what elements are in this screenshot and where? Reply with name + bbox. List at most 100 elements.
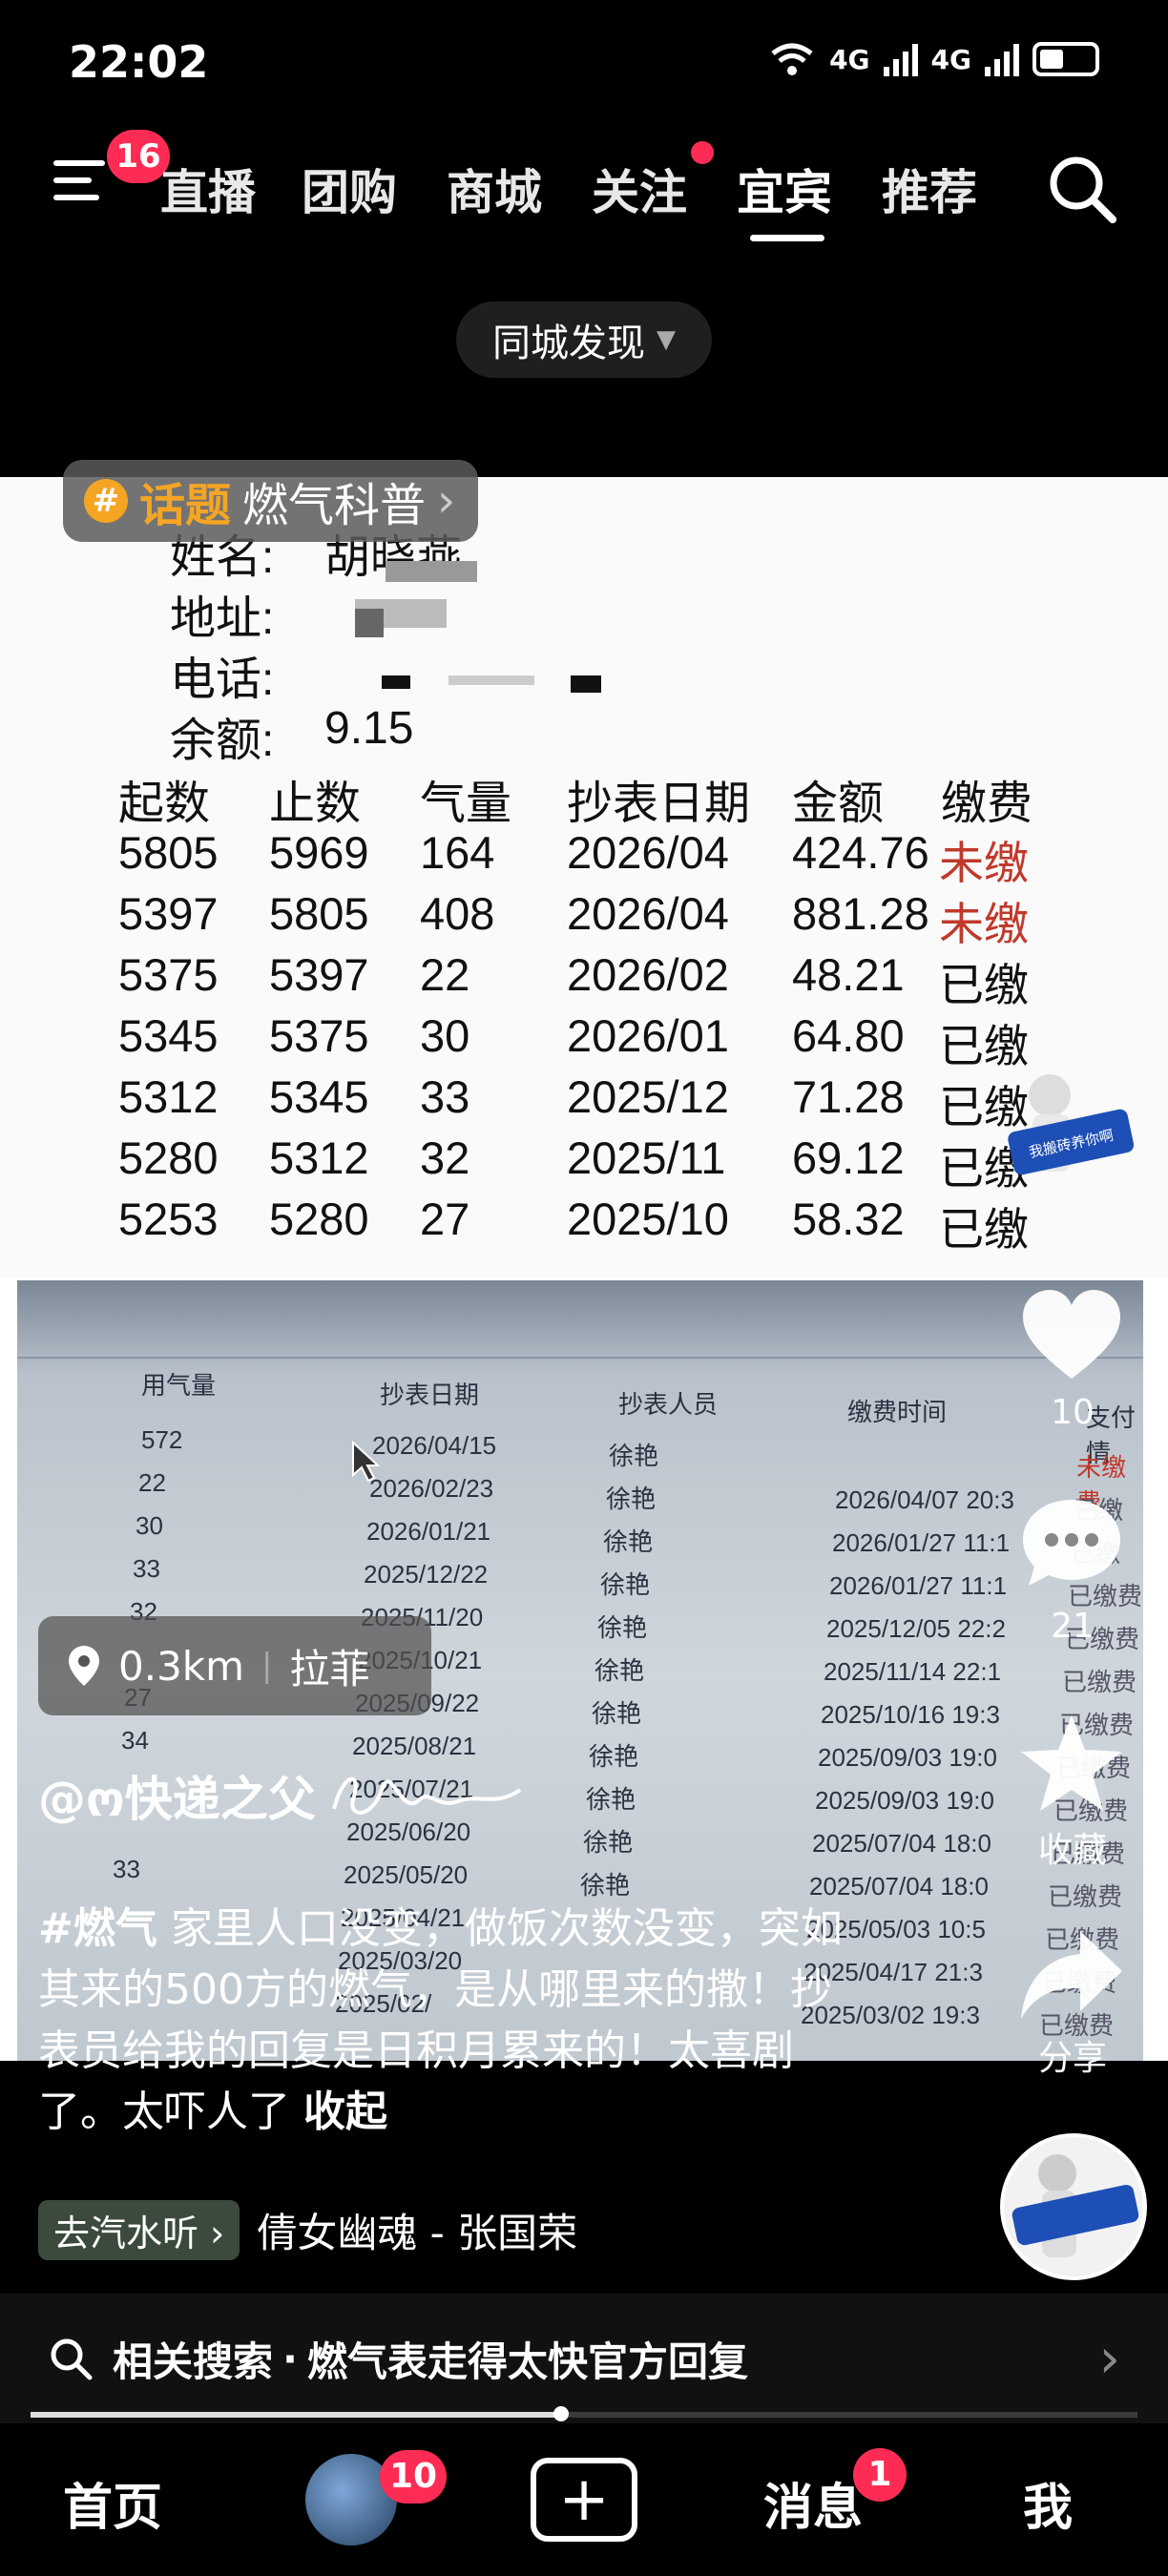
screen-cell: 33 xyxy=(113,1855,140,1883)
cell: 5312 xyxy=(269,1132,369,1183)
cell: 5375 xyxy=(118,949,219,1000)
friends-badge: 10 xyxy=(380,2450,447,2503)
search-icon[interactable] xyxy=(1046,153,1118,225)
favorite-label: 收藏 xyxy=(1037,1831,1107,1870)
screen-cell: 2025/12/22 xyxy=(364,1560,489,1589)
share-icon[interactable] xyxy=(1017,1927,1126,2023)
heart-icon[interactable] xyxy=(1019,1288,1124,1383)
like-count: 10 xyxy=(1051,1393,1095,1432)
nav-home[interactable]: 首页 xyxy=(63,2467,162,2539)
nav-me[interactable]: 我 xyxy=(1023,2467,1073,2539)
signal-icon xyxy=(883,42,918,76)
screen-cell: 2025/07/04 18:0 xyxy=(809,1872,989,1901)
tab-local[interactable]: 宜宾 xyxy=(737,155,832,223)
caret-down-icon: ▼ xyxy=(657,325,676,354)
nav-messages[interactable]: 消息 xyxy=(763,2467,863,2539)
caption: #燃气 家里人口没变，做饭次数没变，突如其来的500方的燃气，是从哪里来的撒！抄… xyxy=(38,1899,859,2143)
cell: 58.32 xyxy=(792,1194,905,1244)
screen-cell: 572 xyxy=(141,1425,183,1454)
screen-cell: 徐艳 xyxy=(586,1785,636,1814)
cell: 2026/04 xyxy=(567,888,729,939)
bill-sheet: 姓名: 胡晓燕 地址: 电话: 余额: 9.15 起数 止数 气量 抄表日期 金… xyxy=(0,477,1168,1278)
cell: 33 xyxy=(420,1071,470,1122)
redaction xyxy=(386,561,477,582)
chevron-right-icon: › xyxy=(210,2212,225,2254)
col-header: 止数 xyxy=(269,779,362,829)
col-header: 缴费 xyxy=(941,779,1033,829)
star-icon[interactable] xyxy=(1017,1712,1126,1817)
tab-live[interactable]: 直播 xyxy=(160,155,256,223)
create-button[interactable]: + xyxy=(531,2458,637,2542)
location-chip[interactable]: 0.3km | 拉菲 xyxy=(38,1616,431,1715)
cell: 2025/12 xyxy=(567,1071,729,1122)
cell: 5805 xyxy=(118,827,219,878)
payment-status: 已缴 xyxy=(939,1021,1029,1071)
redaction xyxy=(355,609,384,637)
screen-cell: 徐艳 xyxy=(603,1527,654,1556)
col-header: 抄表日期 xyxy=(380,1381,480,1409)
screen-cell: 徐艳 xyxy=(594,1656,645,1685)
payment-status: 已缴 xyxy=(939,1204,1029,1255)
music-disc-avatar[interactable] xyxy=(1000,2133,1147,2280)
cell: 30 xyxy=(420,1010,470,1061)
clock: 22:02 xyxy=(69,36,209,88)
payment-status: 已缴 xyxy=(939,960,1029,1010)
col-header: 缴费时间 xyxy=(847,1398,948,1426)
screen-cell: 2025/09/03 19:0 xyxy=(815,1786,994,1815)
screen-cell: 徐艳 xyxy=(589,1742,639,1771)
wifi-icon xyxy=(771,43,813,75)
screen-cell: 2025/11/14 22:1 xyxy=(824,1657,1002,1686)
screen-cell: 2025/10/16 19:3 xyxy=(821,1700,1000,1729)
screen-cell: 2025/12/05 22:2 xyxy=(826,1614,1006,1643)
author-name[interactable]: @ო快递之父 xyxy=(38,1761,316,1830)
topic-chip[interactable]: # 话题 燃气科普 › xyxy=(63,460,479,542)
screen-cell: 2026/02/23 xyxy=(369,1474,494,1503)
balance-value: 9.15 xyxy=(324,703,414,754)
video-progress-fill xyxy=(31,2412,561,2418)
tab-following[interactable]: 关注 xyxy=(592,155,687,223)
music-row[interactable]: 去汽水听 › 倩女幽魂 - 张国荣 xyxy=(38,2200,577,2260)
col-header: 抄表人员 xyxy=(618,1390,719,1419)
cell: 881.28 xyxy=(792,888,929,939)
related-search-bar[interactable]: 相关搜索 · 燃气表走得太快官方回复 › xyxy=(0,2294,1168,2423)
screen-cell: 徐艳 xyxy=(600,1570,651,1599)
battery-icon xyxy=(1032,42,1099,76)
cell: 27 xyxy=(420,1194,470,1244)
location-distance: 0.3km xyxy=(118,1642,245,1690)
tab-recommend[interactable]: 推荐 xyxy=(882,155,977,223)
related-prefix: 相关搜索 xyxy=(113,2337,274,2385)
search-icon xyxy=(51,2338,93,2380)
caption-hashtag[interactable]: #燃气 xyxy=(38,1904,157,1953)
collapse-button[interactable]: 收起 xyxy=(303,2088,387,2136)
tab-mall[interactable]: 商城 xyxy=(447,155,542,223)
cell: 5397 xyxy=(269,949,369,1000)
cell: 2026/01 xyxy=(567,1010,729,1061)
screen-cell: 22 xyxy=(138,1468,166,1497)
city-discover-dropdown[interactable]: 同城发现 ▼ xyxy=(456,301,712,378)
cursor-icon xyxy=(352,1441,380,1483)
network-label: 4G xyxy=(829,43,870,75)
cell: 2026/02 xyxy=(567,949,729,1000)
caption-text: 家里人口没变，做饭次数没变，突如其来的500方的燃气，是从哪里来的撒！抄表员给我… xyxy=(38,1904,843,2136)
cell: 2025/11 xyxy=(567,1132,726,1183)
cell: 408 xyxy=(420,888,495,939)
share-label: 分享 xyxy=(1037,2039,1107,2078)
screen-cell: 2025/07/04 18:0 xyxy=(812,1829,991,1858)
tab-group-buy[interactable]: 团购 xyxy=(302,155,397,223)
redaction xyxy=(571,675,601,693)
screen-cell: 2026/01/27 11:1 xyxy=(829,1571,1008,1600)
music-title: 倩女幽魂 - 张国荣 xyxy=(257,2210,578,2256)
video-progress-handle[interactable] xyxy=(553,2406,569,2421)
comment-icon[interactable] xyxy=(1019,1496,1124,1591)
network-label: 4G xyxy=(930,43,971,75)
cell: 5805 xyxy=(269,888,369,939)
col-header: 金额 xyxy=(792,779,885,829)
status-bar: 22:02 4G 4G xyxy=(0,0,1168,134)
separator: · xyxy=(282,2335,298,2382)
music-app-tag[interactable]: 去汽水听 › xyxy=(38,2200,240,2260)
decorative-swirl xyxy=(332,1776,522,1815)
screen-cell: 徐艳 xyxy=(592,1699,642,1728)
menu-icon[interactable] xyxy=(53,160,105,208)
divider xyxy=(17,1357,1143,1359)
col-header: 抄表日期 xyxy=(567,779,751,829)
